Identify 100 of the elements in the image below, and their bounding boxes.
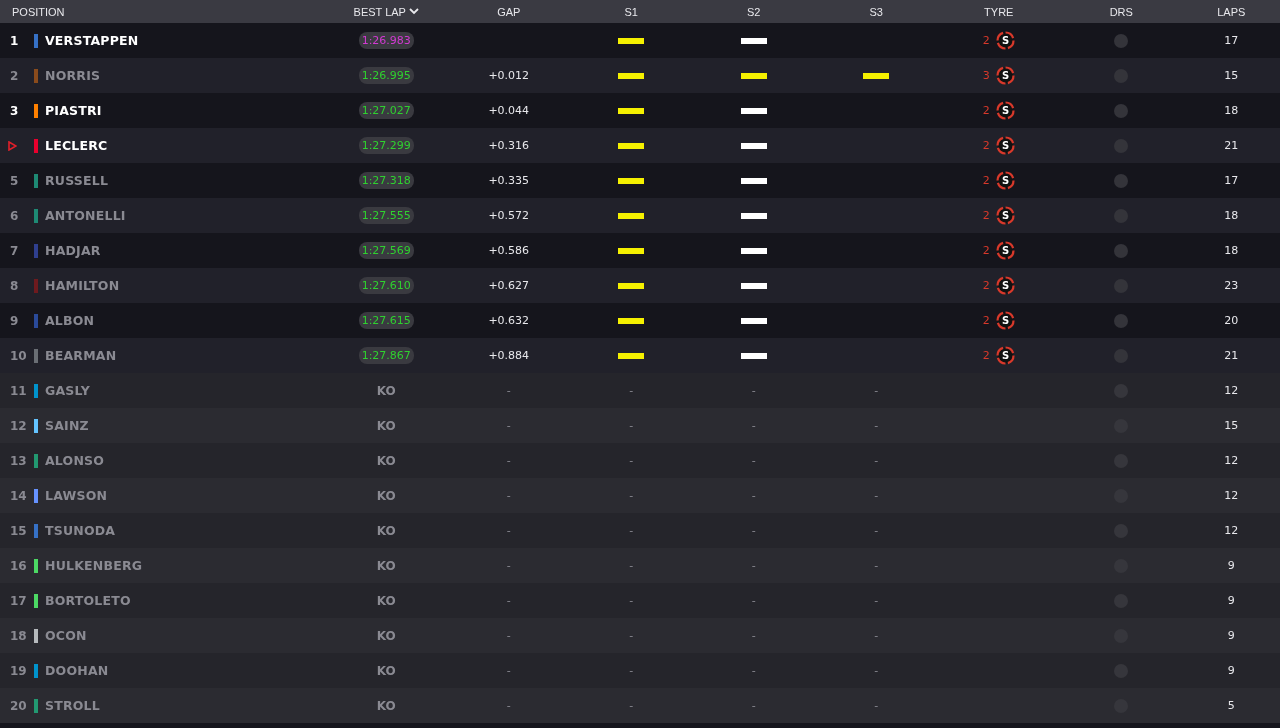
sector-dash: - bbox=[874, 594, 879, 607]
sector-dash: - bbox=[629, 629, 634, 642]
position-number: 13 bbox=[9, 453, 28, 468]
driver-name: ALONSO bbox=[45, 453, 105, 468]
sector-dash: - bbox=[874, 524, 879, 537]
laps-count: 17 bbox=[1224, 174, 1239, 187]
driver-name: BORTOLETO bbox=[45, 593, 131, 608]
best-lap-time: 1:27.569 bbox=[358, 242, 414, 259]
drs-indicator bbox=[1114, 173, 1129, 188]
position-number: 9 bbox=[9, 313, 20, 328]
laps-count: 21 bbox=[1224, 349, 1239, 362]
driver-name: PIASTRI bbox=[45, 103, 102, 118]
sector-dash: - bbox=[629, 664, 634, 677]
sector-dash: - bbox=[751, 489, 756, 502]
column-header: S2 bbox=[747, 5, 761, 18]
laps-count: 17 bbox=[1224, 34, 1239, 47]
tyre-laps: 2 bbox=[982, 244, 990, 257]
tyre-laps: 2 bbox=[982, 139, 990, 152]
position-number: 20 bbox=[9, 698, 28, 713]
position-number: 11 bbox=[9, 383, 28, 398]
position-number: 6 bbox=[9, 208, 20, 223]
driver-name: LAWSON bbox=[45, 488, 108, 503]
sector-dash: - bbox=[751, 664, 756, 677]
driver-name: HAMILTON bbox=[45, 278, 120, 293]
gap-value: +0.044 bbox=[488, 104, 530, 117]
sector-dash: - bbox=[874, 489, 879, 502]
knocked-out-label: KO bbox=[376, 453, 396, 468]
chevron-down-icon[interactable] bbox=[408, 8, 419, 15]
best-lap-time: 1:27.318 bbox=[358, 172, 414, 189]
sector-dash: - bbox=[751, 419, 756, 432]
best-lap-time: 1:27.867 bbox=[358, 347, 414, 364]
laps-count: 12 bbox=[1224, 524, 1239, 537]
sector-dash: - bbox=[751, 594, 756, 607]
sector-dash: - bbox=[629, 489, 634, 502]
sector-dash: - bbox=[629, 454, 634, 467]
knocked-out-label: KO bbox=[376, 558, 396, 573]
tyre-laps: 2 bbox=[982, 279, 990, 292]
sector-dash: - bbox=[751, 559, 756, 572]
best-lap-time: 1:27.027 bbox=[358, 102, 414, 119]
laps-count: 12 bbox=[1224, 384, 1239, 397]
gap-value: +0.632 bbox=[488, 314, 530, 327]
sector-dash: - bbox=[874, 664, 879, 677]
gap-value: - bbox=[506, 559, 511, 572]
tyre-laps: 2 bbox=[982, 209, 990, 222]
driver-name: DOOHAN bbox=[45, 663, 109, 678]
position-number: 12 bbox=[9, 418, 28, 433]
soft-tyre-icon: S bbox=[995, 276, 1015, 295]
laps-count: 5 bbox=[1227, 699, 1235, 712]
position-number: 15 bbox=[9, 523, 28, 538]
driver-name: OCON bbox=[45, 628, 87, 643]
sector-dash: - bbox=[751, 699, 756, 712]
laps-count: 15 bbox=[1224, 419, 1239, 432]
driver-name: HULKENBERG bbox=[45, 558, 143, 573]
position-number: 7 bbox=[9, 243, 20, 258]
gap-value: - bbox=[506, 384, 511, 397]
knocked-out-label: KO bbox=[376, 663, 396, 678]
column-header: GAP bbox=[497, 5, 521, 18]
column-header: DRS bbox=[1109, 5, 1133, 18]
best-lap-time: 1:27.299 bbox=[358, 137, 414, 154]
sector-dash: - bbox=[751, 384, 756, 397]
driver-name: TSUNODA bbox=[45, 523, 116, 538]
best-lap-time: 1:26.983 bbox=[358, 32, 414, 49]
laps-count: 12 bbox=[1224, 454, 1239, 467]
laps-count: 12 bbox=[1224, 489, 1239, 502]
gap-value: +0.884 bbox=[488, 349, 530, 362]
tyre-laps: 3 bbox=[982, 69, 990, 82]
gap-value: - bbox=[506, 419, 511, 432]
laps-count: 15 bbox=[1224, 69, 1239, 82]
sector-dash: - bbox=[629, 384, 634, 397]
gap-value: - bbox=[506, 524, 511, 537]
knocked-out-label: KO bbox=[376, 698, 396, 713]
knocked-out-label: KO bbox=[376, 593, 396, 608]
soft-tyre-icon: S bbox=[995, 346, 1015, 365]
laps-count: 23 bbox=[1224, 279, 1239, 292]
sector-dash: - bbox=[874, 419, 879, 432]
position-number: 1 bbox=[9, 33, 20, 48]
sector-dash: - bbox=[874, 559, 879, 572]
sector-dash: - bbox=[629, 699, 634, 712]
position-number: 18 bbox=[9, 628, 28, 643]
position-number: 3 bbox=[9, 103, 20, 118]
tyre-laps: 2 bbox=[982, 314, 990, 327]
knocked-out-label: KO bbox=[376, 418, 396, 433]
gap-value: +0.627 bbox=[488, 279, 530, 292]
best-lap-time: 1:27.610 bbox=[358, 277, 414, 294]
position-number: 2 bbox=[9, 68, 20, 83]
driver-name: ALBON bbox=[45, 313, 95, 328]
laps-count: 18 bbox=[1224, 104, 1239, 117]
gap-value: +0.012 bbox=[488, 69, 530, 82]
column-header: POSITION bbox=[12, 5, 65, 18]
soft-tyre-icon: S bbox=[995, 206, 1015, 225]
gap-value: +0.586 bbox=[488, 244, 530, 257]
driver-name: BEARMAN bbox=[45, 348, 117, 363]
knocked-out-label: KO bbox=[376, 383, 396, 398]
column-header: LAPS bbox=[1217, 5, 1246, 18]
column-header[interactable]: BEST LAP bbox=[353, 5, 406, 18]
sector-dash: - bbox=[874, 629, 879, 642]
soft-tyre-icon: S bbox=[995, 136, 1015, 155]
driver-name: HADJAR bbox=[45, 243, 101, 258]
laps-count: 20 bbox=[1224, 314, 1239, 327]
gap-value: +0.572 bbox=[488, 209, 530, 222]
